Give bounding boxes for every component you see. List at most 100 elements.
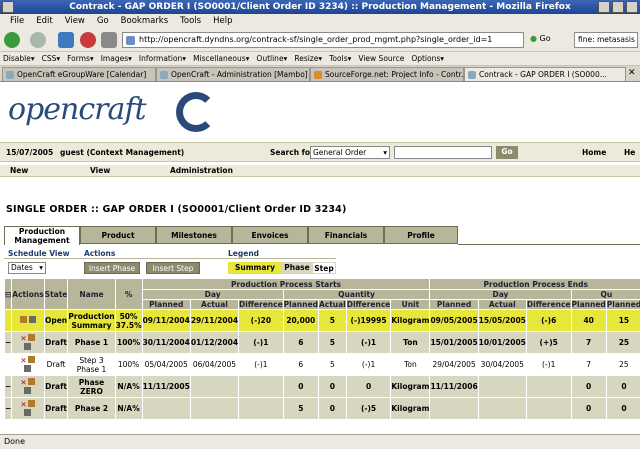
tab-production-management[interactable]: Production Management bbox=[4, 226, 80, 245]
cell-end-qty-planned: 0 bbox=[570, 375, 607, 398]
menu-help[interactable]: Help bbox=[207, 14, 238, 28]
maximize-icon[interactable] bbox=[612, 1, 624, 13]
toolbar-tools[interactable]: Tools▾ bbox=[326, 52, 355, 65]
legend-phase: Phase bbox=[282, 262, 312, 274]
home-link[interactable]: Home bbox=[582, 143, 606, 162]
cell-name[interactable]: Phase 2 bbox=[67, 397, 116, 420]
reload-icon[interactable] bbox=[58, 32, 74, 48]
tab-product[interactable]: Product bbox=[80, 226, 156, 244]
back-icon[interactable] bbox=[4, 32, 20, 48]
cell-end-qty-planned: 0 bbox=[570, 397, 607, 420]
toolbar-resize[interactable]: Resize▾ bbox=[291, 52, 326, 65]
browser-tab-contrack[interactable]: Contrack - GAP ORDER I (SO000... bbox=[464, 67, 626, 81]
close-tab-icon[interactable]: ✕ bbox=[628, 68, 636, 78]
tab-favicon-icon bbox=[6, 71, 14, 79]
url-bar[interactable]: http://opencraft.dyndns.org/contrack-sf/… bbox=[122, 32, 524, 48]
expand-header-icon[interactable]: ⊟ bbox=[3, 278, 13, 310]
schedule-view-select[interactable]: Dates ▾ bbox=[8, 262, 46, 274]
row-toggle[interactable]: − bbox=[3, 397, 13, 420]
edit-icon[interactable] bbox=[27, 355, 35, 363]
tools-icon[interactable] bbox=[28, 316, 36, 323]
cell-name[interactable]: Phase 1 bbox=[67, 331, 116, 354]
tab-profile[interactable]: Profile bbox=[384, 226, 458, 244]
search-type-select[interactable]: General Order ▾ bbox=[310, 146, 390, 159]
tools-icon[interactable] bbox=[24, 364, 32, 372]
browser-tab-egroupware[interactable]: OpenCraft eGroupWare [Calendar] bbox=[2, 67, 156, 81]
browser-tab-mambo[interactable]: OpenCraft - Administration [Mambo] bbox=[156, 67, 310, 81]
cell-qty-difference: (-)5 bbox=[345, 397, 392, 420]
tools-icon[interactable] bbox=[24, 386, 32, 394]
go-button[interactable]: ● Go bbox=[530, 34, 551, 43]
close-window-icon[interactable] bbox=[626, 1, 638, 13]
cell-end-planned: 09/05/2005 bbox=[429, 309, 479, 332]
row-toggle[interactable]: − bbox=[3, 331, 13, 354]
menu-bar: File Edit View Go Bookmarks Tools Help bbox=[0, 14, 640, 28]
delete-icon[interactable]: ✕ bbox=[20, 400, 26, 409]
menu-go[interactable]: Go bbox=[91, 14, 115, 28]
cell-start-actual bbox=[189, 375, 240, 398]
toolbar-css[interactable]: CSS▾ bbox=[39, 52, 65, 65]
go-label: Go bbox=[539, 34, 551, 43]
row-toggle[interactable]: − bbox=[3, 375, 13, 398]
opencraft-logo: opencraft bbox=[8, 92, 147, 127]
delete-icon[interactable]: ✕ bbox=[20, 334, 26, 343]
tools-icon[interactable] bbox=[24, 342, 32, 350]
forward-icon[interactable] bbox=[30, 32, 46, 48]
tab-envoices[interactable]: Envoices bbox=[232, 226, 308, 244]
cell-name[interactable]: Production Summary bbox=[67, 309, 116, 332]
delete-icon[interactable]: ✕ bbox=[20, 356, 26, 365]
web-search-input[interactable]: fine: metasasis bbox=[574, 32, 638, 48]
nav-new[interactable]: New bbox=[10, 165, 28, 177]
menu-bookmarks[interactable]: Bookmarks bbox=[115, 14, 175, 28]
menu-edit[interactable]: Edit bbox=[30, 14, 58, 28]
menu-view[interactable]: View bbox=[59, 14, 91, 28]
user-context: guest (Context Management) bbox=[60, 148, 185, 157]
delete-icon[interactable]: ✕ bbox=[20, 378, 26, 387]
edit-icon[interactable] bbox=[27, 333, 35, 341]
cell-name[interactable]: Phase ZERO bbox=[67, 375, 116, 398]
edit-icon[interactable] bbox=[19, 316, 27, 323]
col-qty-difference: Difference bbox=[345, 299, 392, 310]
tools-icon[interactable] bbox=[24, 408, 32, 416]
cell-start-planned: 09/11/2004 bbox=[141, 309, 191, 332]
insert-phase-button[interactable]: Insert Phase bbox=[84, 262, 140, 274]
insert-step-button[interactable]: Insert Step bbox=[146, 262, 200, 274]
toolbar-miscellaneous[interactable]: Miscellaneous▾ bbox=[190, 52, 253, 65]
go-arrow-icon: ● bbox=[530, 34, 537, 43]
cell-end-qty-planned: 7 bbox=[570, 353, 607, 376]
cell-name[interactable]: Step 3 Phase 1 bbox=[67, 353, 116, 376]
search-go-button[interactable]: Go bbox=[496, 146, 518, 159]
toolbar-options[interactable]: Options▾ bbox=[408, 52, 448, 65]
table-row: − ✕ Draft Phase ZERO N/A% 11/11/2005 0 0… bbox=[3, 375, 640, 398]
tab-financials[interactable]: Financials bbox=[308, 226, 384, 244]
url-text: http://opencraft.dyndns.org/contrack-sf/… bbox=[139, 35, 493, 44]
toolbar-images[interactable]: Images▾ bbox=[98, 52, 136, 65]
toolbar-view-source[interactable]: View Source bbox=[355, 52, 408, 65]
menu-tools[interactable]: Tools bbox=[174, 14, 207, 28]
cell-end-qty-actual: 25 bbox=[605, 353, 640, 376]
toolbar-disable[interactable]: Disable▾ bbox=[0, 52, 39, 65]
window-menu-icon[interactable] bbox=[2, 1, 14, 13]
minimize-icon[interactable] bbox=[598, 1, 610, 13]
chevron-down-icon: ▾ bbox=[383, 148, 387, 157]
edit-icon[interactable] bbox=[27, 399, 35, 407]
cell-end-qty-planned: 7 bbox=[570, 331, 607, 354]
cell-qty-actual: 0 bbox=[317, 397, 347, 420]
tab-milestones[interactable]: Milestones bbox=[156, 226, 232, 244]
edit-icon[interactable] bbox=[27, 377, 35, 385]
stop-icon[interactable] bbox=[80, 32, 96, 48]
home-icon[interactable] bbox=[101, 32, 117, 48]
col-state: State bbox=[43, 278, 69, 310]
search-label: Search for bbox=[270, 148, 314, 157]
toolbar-information[interactable]: Information▾ bbox=[136, 52, 190, 65]
help-link[interactable]: He bbox=[624, 143, 635, 162]
group-process-ends: Production Process Ends bbox=[429, 278, 640, 290]
toolbar-outline[interactable]: Outline▾ bbox=[253, 52, 291, 65]
menu-file[interactable]: File bbox=[4, 14, 30, 28]
nav-administration[interactable]: Administration bbox=[170, 165, 233, 177]
browser-tab-sourceforge[interactable]: SourceForge.net: Project Info - Contr... bbox=[310, 67, 464, 81]
nav-view[interactable]: View bbox=[90, 165, 110, 177]
toolbar-forms[interactable]: Forms▾ bbox=[64, 52, 98, 65]
search-input[interactable] bbox=[394, 146, 492, 159]
cell-qty-difference: (-)1 bbox=[345, 331, 392, 354]
